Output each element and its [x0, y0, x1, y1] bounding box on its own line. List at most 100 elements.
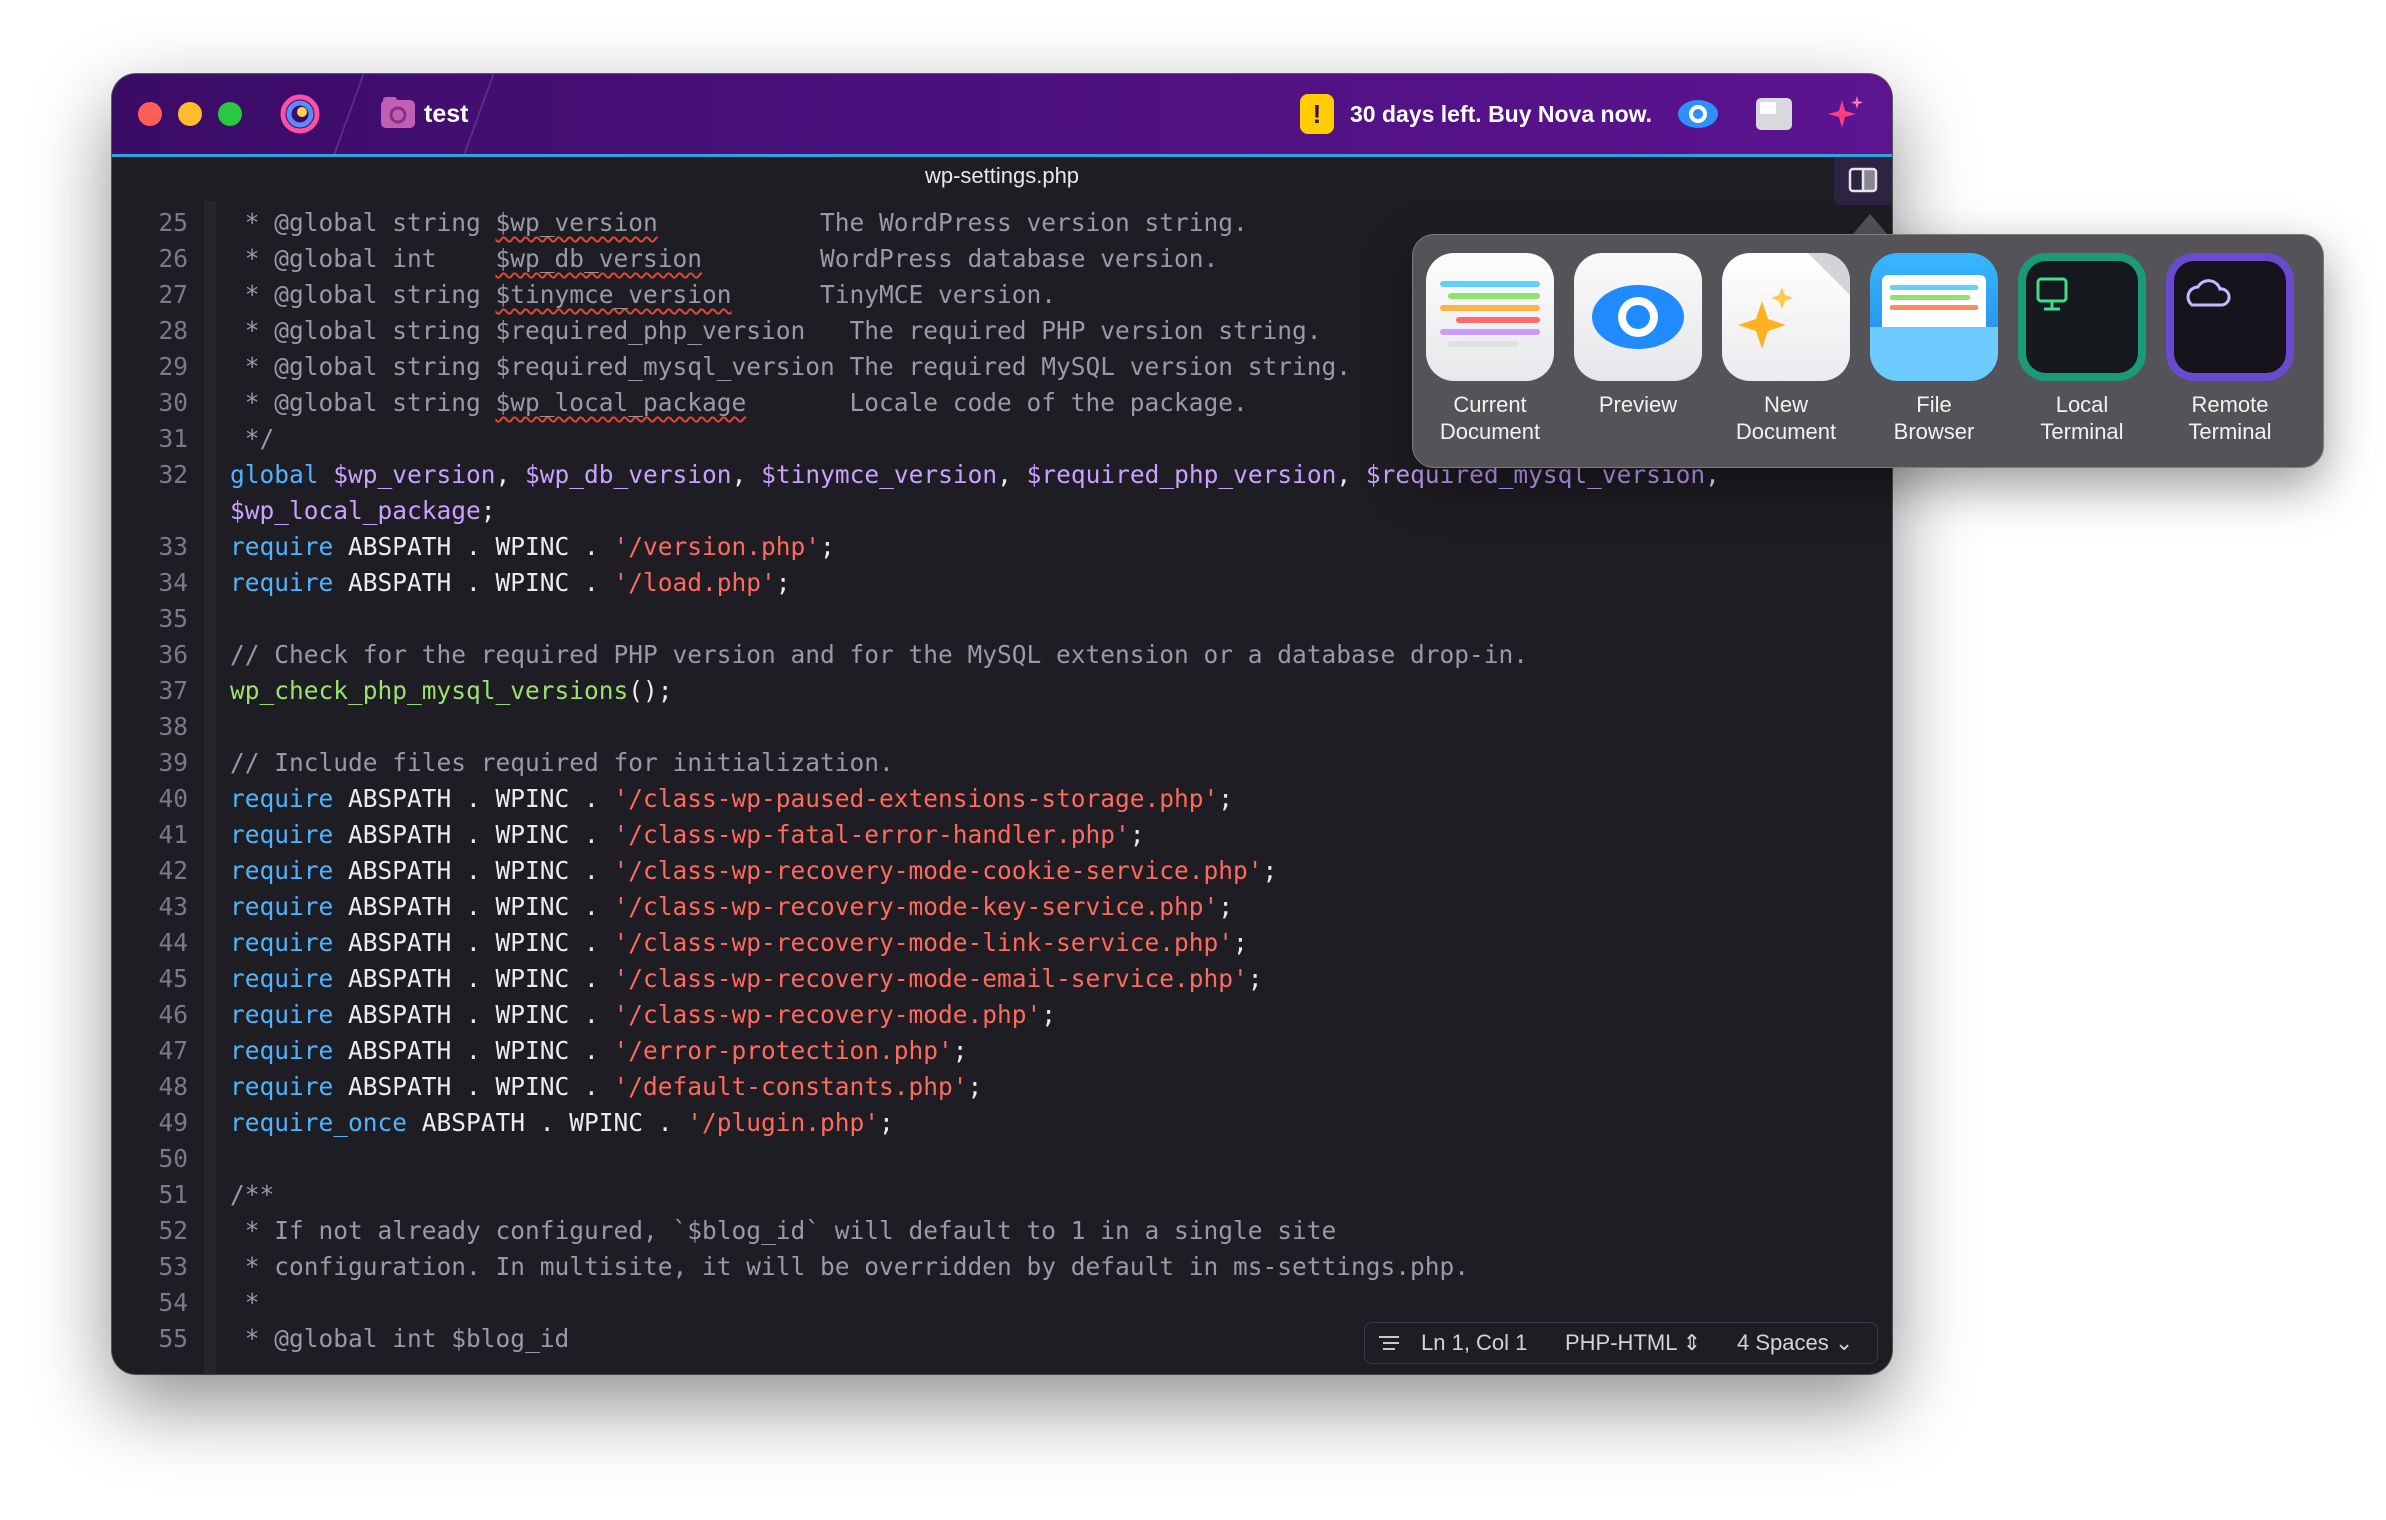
local-terminal-icon	[2018, 253, 2146, 381]
code-line[interactable]: 53 * configuration. In multisite, it wil…	[112, 1249, 1892, 1285]
line-number: 33	[158, 532, 188, 561]
zoom-window-button[interactable]	[218, 102, 242, 126]
code-line[interactable]: 50	[112, 1141, 1892, 1177]
code-token: ABSPATH . WPINC .	[333, 892, 614, 921]
code-line[interactable]: 42 require ABSPATH . WPINC . '/class-wp-r…	[112, 853, 1892, 889]
code-token: $tinymce_version	[495, 280, 732, 309]
code-line[interactable]: 40 require ABSPATH . WPINC . '/class-wp-p…	[112, 781, 1892, 817]
code-line[interactable]: 54 *	[112, 1285, 1892, 1321]
code-text: * @global int $blog_id	[230, 1321, 570, 1357]
code-token: ;	[1218, 892, 1234, 921]
layout-toggle-icon[interactable]	[1752, 92, 1796, 136]
code-token: require	[230, 820, 334, 849]
code-token: $wp_local_package	[230, 496, 481, 525]
line-number: 55	[158, 1324, 188, 1353]
code-token: ABSPATH . WPINC .	[333, 784, 614, 813]
line-number: 36	[158, 640, 188, 669]
code-line[interactable]: 44 require ABSPATH . WPINC . '/class-wp-r…	[112, 925, 1892, 961]
code-token: ,	[495, 460, 526, 489]
popover-item-current-document[interactable]: Current Document	[1425, 253, 1555, 445]
popover-label-line1: Current	[1453, 392, 1527, 417]
code-line[interactable]: 49 require_once ABSPATH . WPINC . '/plugi…	[112, 1105, 1892, 1141]
nova-logo-icon[interactable]	[280, 94, 320, 134]
code-token: The WordPress version string.	[657, 208, 1248, 237]
code-token: ;	[1041, 1000, 1057, 1029]
line-number: 53	[158, 1252, 188, 1281]
code-text: // Include files required for initializa…	[230, 745, 894, 781]
file-browser-icon	[1870, 253, 1998, 381]
code-line[interactable]: 38	[112, 709, 1892, 745]
cursor-position[interactable]: Ln 1, Col 1	[1421, 1323, 1527, 1363]
line-number: 51	[158, 1180, 188, 1209]
code-token: $tinymce_version	[761, 460, 998, 489]
code-text: require ABSPATH . WPINC . '/class-wp-pau…	[230, 781, 1233, 817]
code-line[interactable]: 36 // Check for the required PHP version …	[112, 637, 1892, 673]
indentation-selector[interactable]: 4 Spaces ⌄	[1737, 1323, 1853, 1363]
code-line[interactable]: 34 require ABSPATH . WPINC . '/load.php';	[112, 565, 1892, 601]
syntax-selector[interactable]: PHP-HTML ⇕	[1565, 1323, 1701, 1363]
code-token: $required_php_version	[1026, 460, 1337, 489]
code-token: ;	[1233, 928, 1248, 957]
open-panel-popover: Current Document Preview New Document Fi…	[1412, 234, 2324, 468]
code-line[interactable]: $wp_local_package;	[112, 493, 1892, 529]
code-text: /**	[230, 1177, 274, 1213]
close-window-button[interactable]	[138, 102, 162, 126]
status-bar: Ln 1, Col 1 PHP-HTML ⇕ 4 Spaces ⌄	[1364, 1322, 1878, 1364]
line-number: 43	[158, 892, 188, 921]
code-text: require ABSPATH . WPINC . '/class-wp-rec…	[230, 889, 1233, 925]
current-document-icon	[1426, 253, 1554, 381]
code-text: // Check for the required PHP version an…	[230, 637, 1528, 673]
project-icon[interactable]	[380, 96, 416, 130]
code-token: * @global int $blog_id	[230, 1324, 570, 1353]
code-text: * @global string $required_php_version T…	[230, 313, 1322, 349]
code-token: * @global string $required_mysql_version…	[230, 352, 1352, 381]
code-line[interactable]: 39 // Include files required for initiali…	[112, 745, 1892, 781]
code-token: Locale code of the package.	[746, 388, 1248, 417]
code-token: ABSPATH . WPINC .	[333, 856, 614, 885]
code-token: ABSPATH . WPINC .	[407, 1108, 688, 1137]
code-token: ABSPATH . WPINC .	[333, 532, 614, 561]
code-text: require ABSPATH . WPINC . '/class-wp-rec…	[230, 853, 1277, 889]
code-line[interactable]: 52 * If not already configured, `$blog_i…	[112, 1213, 1892, 1249]
code-token: * @global string	[230, 208, 496, 237]
project-name[interactable]: test	[424, 94, 468, 134]
preview-eye-icon[interactable]	[1676, 92, 1720, 136]
sidebar-toggle-button[interactable]	[1834, 157, 1892, 205]
chevron-down-icon: ⌄	[1828, 1330, 1854, 1355]
popover-label-line1: New	[1763, 392, 1808, 417]
popover-item-new-document[interactable]: New Document	[1721, 253, 1851, 445]
code-line[interactable]: 35	[112, 601, 1892, 637]
code-line[interactable]: 46 require ABSPATH . WPINC . '/class-wp-r…	[112, 997, 1892, 1033]
code-token: ;	[1247, 964, 1263, 993]
minimize-window-button[interactable]	[178, 102, 202, 126]
trial-message[interactable]: 30 days left. Buy Nova now.	[1350, 94, 1652, 134]
code-token: * If not already configured, `$blog_id` …	[230, 1216, 1337, 1245]
code-token: require	[230, 1072, 334, 1101]
sparkle-icon[interactable]	[1824, 92, 1868, 136]
line-number: 42	[158, 856, 188, 885]
code-line[interactable]: 45 require ABSPATH . WPINC . '/class-wp-r…	[112, 961, 1892, 997]
line-number: 25	[158, 208, 188, 237]
code-token: /**	[230, 1180, 275, 1209]
popover-item-remote-terminal[interactable]: Remote Terminal	[2165, 253, 2295, 445]
popover-item-local-terminal[interactable]: Local Terminal	[2017, 253, 2147, 445]
line-number: 31	[158, 424, 188, 453]
code-line[interactable]: 51 /**	[112, 1177, 1892, 1213]
line-number: 38	[158, 712, 188, 741]
code-line[interactable]: 37 wp_check_php_mysql_versions();	[112, 673, 1892, 709]
code-line[interactable]: 33 require ABSPATH . WPINC . '/version.ph…	[112, 529, 1892, 565]
code-line[interactable]: 43 require ABSPATH . WPINC . '/class-wp-r…	[112, 889, 1892, 925]
code-line[interactable]: 41 require ABSPATH . WPINC . '/class-wp-f…	[112, 817, 1892, 853]
code-token: ,	[1336, 460, 1366, 489]
code-line[interactable]: 47 require ABSPATH . WPINC . '/error-prot…	[112, 1033, 1892, 1069]
tab-filename[interactable]: wp-settings.php	[112, 163, 1892, 189]
code-token: '/class-wp-fatal-error-handler.php'	[613, 820, 1130, 849]
document-outline-icon[interactable]	[1375, 1323, 1405, 1363]
line-number: 32	[158, 460, 188, 489]
code-token: require	[230, 1000, 334, 1029]
code-line[interactable]: 48 require ABSPATH . WPINC . '/default-co…	[112, 1069, 1892, 1105]
code-token: $wp_db_version	[495, 244, 703, 273]
popover-item-file-browser[interactable]: File Browser	[1869, 253, 1999, 445]
line-number: 34	[158, 568, 188, 597]
popover-item-preview[interactable]: Preview	[1573, 253, 1703, 418]
